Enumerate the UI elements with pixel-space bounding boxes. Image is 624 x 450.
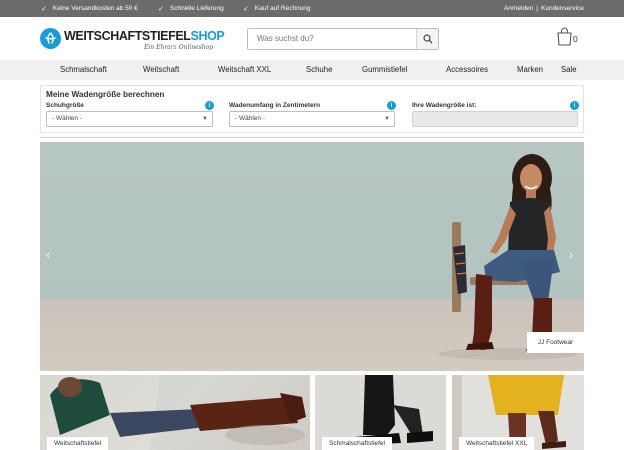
- shoe-size-label: Schuhgröße: [46, 102, 84, 109]
- logo-tagline: Ein Ehrarz Onlineshop: [144, 44, 214, 51]
- hero-slider[interactable]: ‹ › JJ Footwear: [40, 142, 584, 371]
- search-input[interactable]: [257, 34, 407, 43]
- nav-item-marken[interactable]: Marken: [517, 60, 543, 80]
- info-icon[interactable]: i: [570, 101, 579, 110]
- logo-wordmark: WEITSCHAFTSTIEFELSHOP: [64, 29, 225, 43]
- nav-item-sale[interactable]: Sale: [561, 60, 577, 80]
- nav-item-weitschaft[interactable]: Weitschaft: [143, 60, 179, 80]
- info-icon[interactable]: i: [387, 101, 396, 110]
- shoe-size-value: - Wählen -: [52, 115, 82, 122]
- shoe-size-select[interactable]: - Wählen - ▼: [46, 111, 213, 127]
- chevron-down-icon: ▼: [384, 116, 390, 122]
- result-label: Ihre Wadengröße ist:: [412, 102, 477, 109]
- check-icon: ✓: [243, 5, 249, 13]
- hero-brand-caption[interactable]: JJ Footwear: [527, 332, 584, 353]
- usp-label: Keine Versandkosten ab 50 €: [52, 5, 138, 12]
- customer-service-link[interactable]: Kundenservice: [541, 5, 584, 12]
- calf-size-result: [412, 111, 578, 127]
- search-box: [247, 28, 439, 50]
- check-icon: ✓: [158, 5, 164, 13]
- header: WEITSCHAFTSTIEFELSHOP Ein Ehrarz Onlines…: [0, 17, 624, 60]
- category-tile-weitschaftstiefel-xxl[interactable]: Weitschaftstiefel XXL: [452, 375, 584, 450]
- search-button[interactable]: [416, 29, 438, 49]
- calf-circumference-value: - Wählen -: [235, 115, 265, 122]
- top-links: Anmelden | Kundenservice: [504, 0, 584, 17]
- cart-icon: [557, 27, 572, 46]
- nav-item-weitschaft-xxl[interactable]: Weitschaft XXL: [218, 60, 271, 80]
- usp-invoice: ✓ Kauf auf Rechnung: [243, 0, 311, 17]
- hero-image: [438, 154, 578, 360]
- nav-item-gummistiefel[interactable]: Gummistiefel: [362, 60, 408, 80]
- info-icon[interactable]: i: [205, 101, 214, 110]
- tile-label: Schmalschaftstiefel: [322, 437, 392, 450]
- usp-fast-delivery: ✓ Schnelle Lieferung: [158, 0, 224, 17]
- check-icon: ✓: [41, 5, 47, 13]
- logo[interactable]: WEITSCHAFTSTIEFELSHOP Ein Ehrarz Onlines…: [40, 26, 225, 56]
- nav-item-schuhe[interactable]: Schuhe: [306, 60, 332, 80]
- usp-label: Kauf auf Rechnung: [254, 5, 311, 12]
- tile-label: Weitschaftstiefel: [47, 437, 109, 450]
- main-nav: Schmalschaft Weitschaft Weitschaft XXL S…: [0, 60, 624, 80]
- login-link[interactable]: Anmelden: [504, 5, 533, 12]
- separator: |: [536, 5, 538, 12]
- calf-circumference-select[interactable]: - Wählen - ▼: [229, 111, 395, 127]
- search-icon: [422, 34, 432, 44]
- chevron-left-icon[interactable]: ‹: [46, 247, 50, 262]
- nav-item-accessoires[interactable]: Accessoires: [446, 60, 488, 80]
- calculator-title: Meine Wadengröße berechnen: [46, 90, 165, 99]
- usp-free-shipping: ✓ Keine Versandkosten ab 50 €: [41, 0, 138, 17]
- divider: [40, 137, 584, 138]
- nav-item-schmalschaft[interactable]: Schmalschaft: [60, 60, 107, 80]
- cart-count: 0: [573, 34, 578, 44]
- top-bar: ✓ Keine Versandkosten ab 50 € ✓ Schnelle…: [0, 0, 624, 17]
- cart-button[interactable]: 0: [556, 27, 584, 53]
- calf-size-calculator: Meine Wadengröße berechnen Schuhgröße i …: [40, 85, 584, 133]
- category-tile-weitschaftstiefel[interactable]: Weitschaftstiefel: [40, 375, 310, 450]
- tile-label: Weitschaftstiefel XXL: [459, 437, 535, 450]
- calf-circumference-label: Wadenumfang in Zentimetern: [229, 102, 321, 109]
- usp-label: Schnelle Lieferung: [169, 5, 224, 12]
- category-tile-schmalschaftstiefel[interactable]: Schmalschaftstiefel: [315, 375, 446, 450]
- chevron-right-icon[interactable]: ›: [569, 247, 573, 262]
- chevron-down-icon: ▼: [202, 116, 208, 122]
- logo-mark-icon: [40, 28, 61, 49]
